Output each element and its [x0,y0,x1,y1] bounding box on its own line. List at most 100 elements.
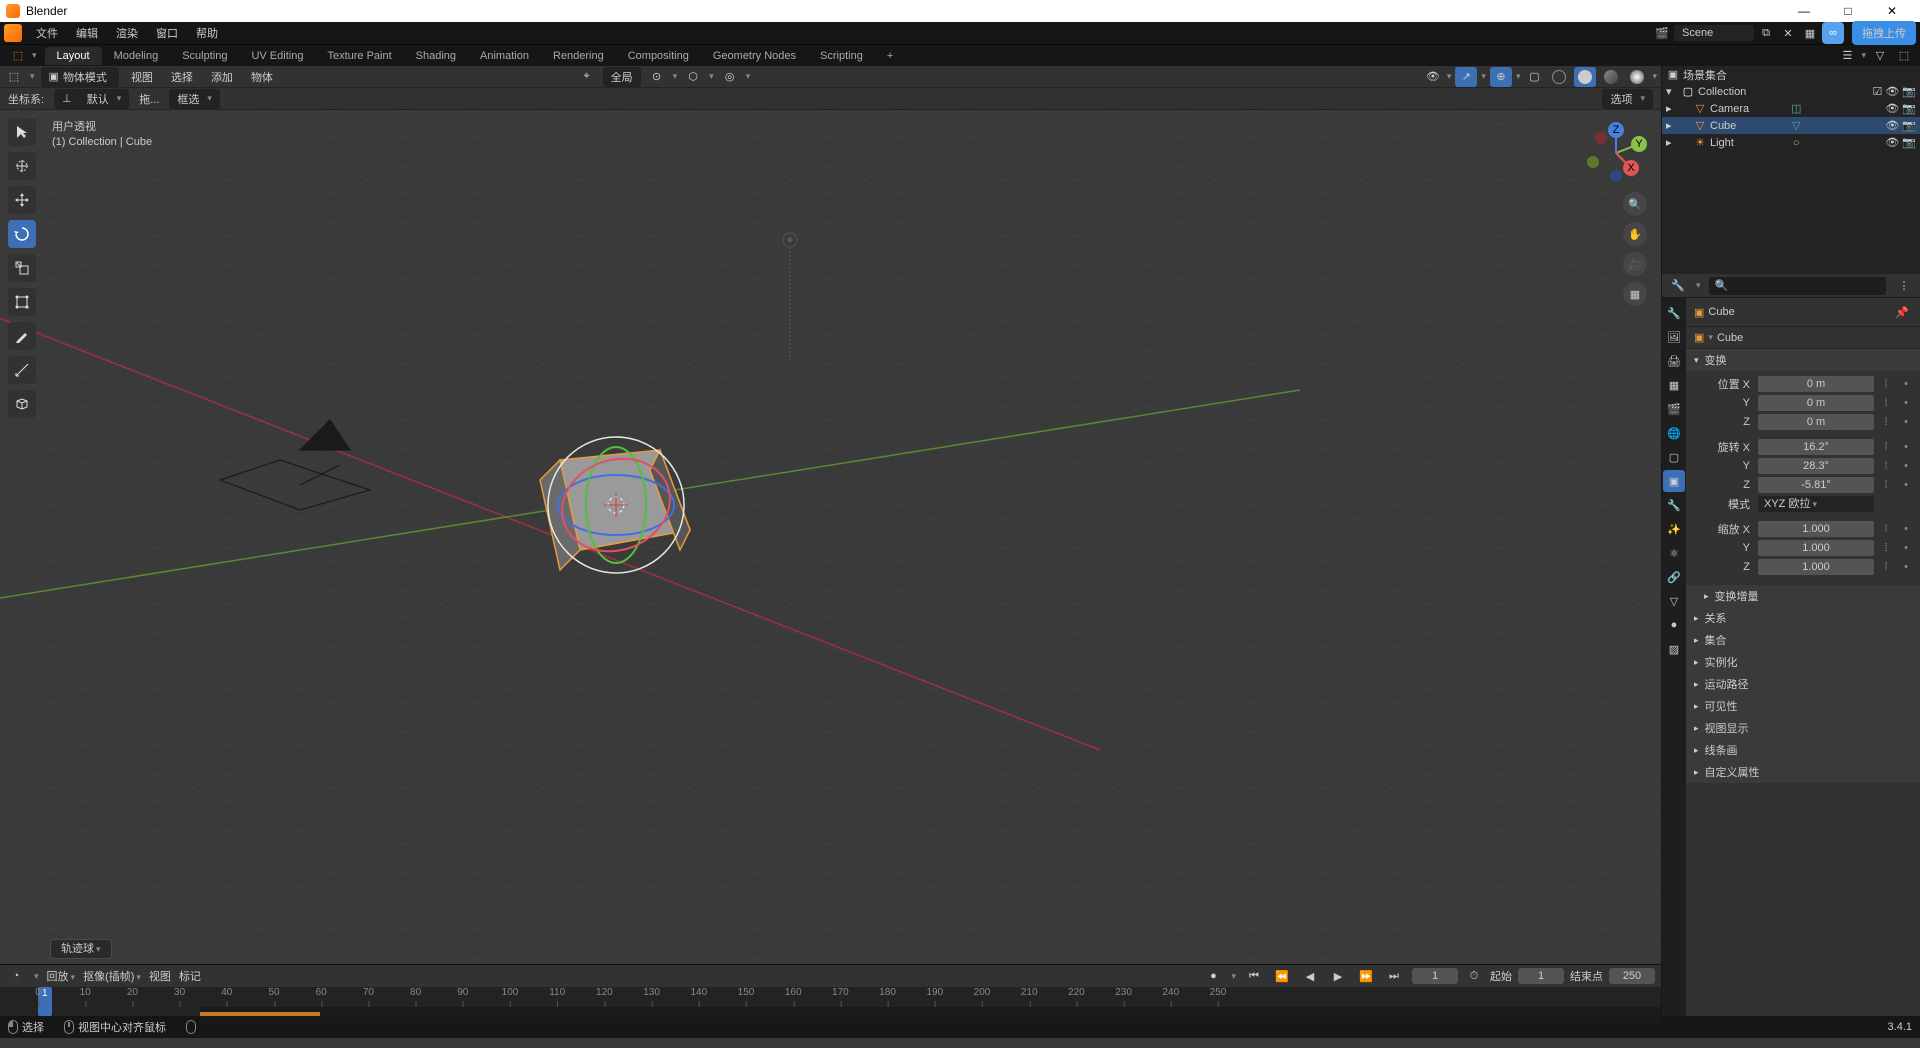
panel-lineart[interactable]: 线条画 [1686,739,1920,761]
menu-help[interactable]: 帮助 [188,23,226,43]
tab-compositing[interactable]: Compositing [616,47,701,65]
filter-icon[interactable]: ▽ [1870,46,1890,66]
upload-button[interactable]: 拖拽上传 [1852,21,1916,45]
vp-menu-add[interactable]: 添加 [205,67,239,87]
scale-z[interactable]: 1.000 [1758,559,1874,575]
scale-y[interactable]: 1.000 [1758,540,1874,556]
start-frame-field[interactable]: 1 [1518,968,1564,984]
loc-x[interactable]: 0 m [1758,376,1874,392]
blender-logo-icon[interactable] [4,24,22,42]
render-icon[interactable]: 📷 [1902,136,1916,149]
orientation-selector[interactable]: 全局 [603,67,641,87]
close-button[interactable]: ✕ [1870,4,1914,18]
current-frame-field[interactable]: 1 [1412,968,1458,984]
props-options-icon[interactable]: ⋮ [1894,276,1914,296]
overlay-toggle[interactable]: ⊕ [1490,67,1512,87]
gizmo-toggle[interactable]: ↗ [1455,67,1477,87]
checkbox-icon[interactable]: ☑ [1872,85,1882,98]
tool-transform[interactable] [8,288,36,316]
tool-select-box[interactable] [8,118,36,146]
play-icon[interactable]: ▶ [1328,966,1348,986]
select-mode-selector[interactable]: 框选 [169,89,220,109]
panel-viewport-display[interactable]: 视图显示 [1686,717,1920,739]
eye-icon[interactable]: 👁 [1885,136,1899,149]
ptab-constraints[interactable]: 🔗 [1663,566,1685,588]
nav-perspective-icon[interactable]: ▦ [1623,282,1647,306]
tool-move[interactable] [8,186,36,214]
nav-gizmo[interactable]: Y Z X [1583,120,1649,186]
outliner-camera[interactable]: ▸ ▽ Camera ◫ 👁📷 [1662,100,1920,117]
menu-edit[interactable]: 编辑 [68,23,106,43]
tab-scripting[interactable]: Scripting [808,47,875,65]
timeline-editor-icon[interactable]: ◔ [6,966,26,986]
tool-measure[interactable] [8,356,36,384]
tool-annotate[interactable] [8,322,36,350]
tool-rotate[interactable] [8,220,36,248]
scene-icon[interactable]: 🎬 [1652,23,1672,43]
rotation-mode[interactable]: XYZ 欧拉 [1758,496,1874,512]
rot-z[interactable]: -5.81° [1758,477,1874,493]
coord-selector[interactable]: ⊥ 默认 [54,89,129,109]
render-icon[interactable]: 📷 [1902,102,1916,115]
nav-pan-icon[interactable]: ✋ [1623,222,1647,246]
outliner-cube[interactable]: ▸ ▽ Cube ▽ 👁📷 [1662,117,1920,134]
link-icon[interactable]: ⁞ [1878,378,1894,390]
timeline-ruler[interactable]: 1 01020304050607080901001101201301401501… [0,987,1661,1016]
tab-uvediting[interactable]: UV Editing [239,47,315,65]
shading-solid[interactable] [1574,67,1596,87]
panel-custom-props[interactable]: 自定义属性 [1686,761,1920,783]
ptab-output[interactable]: 🖨 [1663,350,1685,372]
ptab-particles[interactable]: ✨ [1663,518,1685,540]
tool-scale[interactable] [8,254,36,282]
ptab-texture[interactable]: ▨ [1663,638,1685,660]
editor-type-viewport-icon[interactable]: ⬚ [4,67,24,87]
outliner-root[interactable]: ▣ 场景集合 [1662,66,1920,83]
scene-selector[interactable]: Scene [1674,25,1754,41]
ptab-material[interactable]: ● [1663,614,1685,636]
tab-rendering[interactable]: Rendering [541,47,616,65]
panel-visibility[interactable]: 可见性 [1686,695,1920,717]
panel-transform[interactable]: 变换 [1686,349,1920,371]
xray-toggle[interactable]: ▢ [1524,67,1544,87]
eye-icon[interactable]: 👁 [1885,85,1899,98]
loc-y[interactable]: 0 m [1758,395,1874,411]
panel-collections[interactable]: 集合 [1686,629,1920,651]
play-reverse-icon[interactable]: ◀ [1300,966,1320,986]
options-dropdown[interactable]: 选项 [1602,89,1653,109]
pivot-icon[interactable]: ⊙ [647,67,667,87]
end-frame-field[interactable]: 250 [1609,968,1655,984]
viewport-3d[interactable]: 用户透视 (1) Collection | Cube Y Z [0,110,1661,964]
preview-range-icon[interactable]: ⏱ [1464,966,1484,986]
outliner-new-icon[interactable]: ⬚ [1894,46,1914,66]
ptab-collection[interactable]: ▢ [1663,446,1685,468]
delete-scene-button[interactable]: ✕ [1778,23,1798,43]
tl-marker[interactable]: 标记 [179,968,201,984]
ptab-physics[interactable]: ⚛ [1663,542,1685,564]
snap-icon[interactable]: ⬡ [683,67,703,87]
menu-window[interactable]: 窗口 [148,23,186,43]
props-editor-icon[interactable]: 🔧 [1668,276,1688,296]
outliner-light[interactable]: ▸ ☀ Light ○ 👁📷 [1662,134,1920,151]
eye-icon[interactable]: 👁 [1885,102,1899,115]
tab-texturepaint[interactable]: Texture Paint [315,47,403,65]
ptab-viewlayer[interactable]: ▦ [1663,374,1685,396]
orientation-icon[interactable]: ⌖ [577,67,597,87]
panel-relations[interactable]: 关系 [1686,607,1920,629]
cloud-icon[interactable]: ∞ [1822,22,1844,44]
rot-x[interactable]: 16.2° [1758,439,1874,455]
jump-start-icon[interactable]: ⏮ [1244,966,1264,986]
proportional-icon[interactable]: ◎ [720,67,740,87]
maximize-button[interactable]: □ [1826,4,1870,18]
outliner-collection[interactable]: ▾ ▢ Collection ☑👁📷 [1662,83,1920,100]
panel-instancing[interactable]: 实例化 [1686,651,1920,673]
tab-shading[interactable]: Shading [404,47,468,65]
tab-animation[interactable]: Animation [468,47,541,65]
ptab-world[interactable]: 🌐 [1663,422,1685,444]
ptab-modifiers[interactable]: 🔧 [1663,494,1685,516]
panel-delta[interactable]: 变换增量 [1686,585,1920,607]
render-icon[interactable]: 📷 [1902,119,1916,132]
tl-playback[interactable]: 回放 [47,968,76,984]
shading-wireframe[interactable] [1548,67,1570,87]
minimize-button[interactable]: — [1782,4,1826,18]
scale-x[interactable]: 1.000 [1758,521,1874,537]
